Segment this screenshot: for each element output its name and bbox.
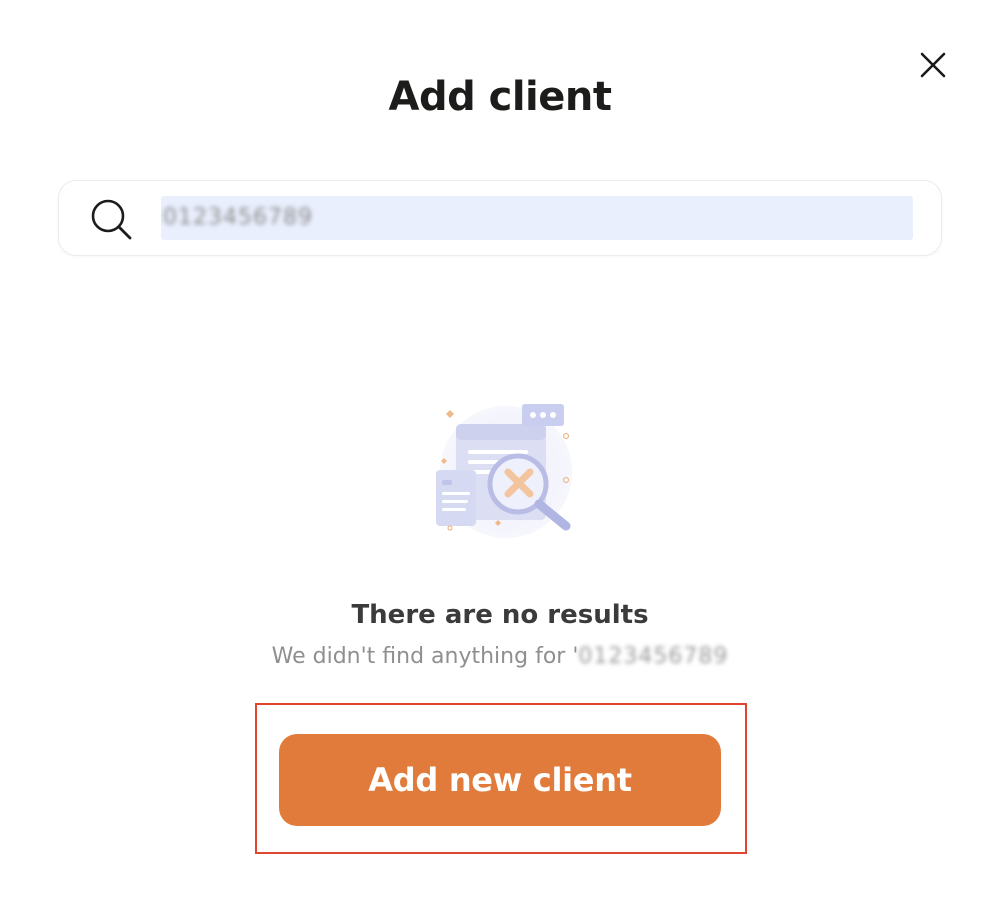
add-new-client-button[interactable]: Add new client [279, 734, 721, 826]
no-results-illustration-icon [436, 404, 572, 538]
search-icon [91, 199, 132, 240]
dialog-title: Add client [388, 74, 612, 120]
no-results-title: There are no results [351, 600, 649, 630]
no-results-subtitle: We didn't find anything for '0123456789 [0, 644, 1000, 669]
no-results-subtitle-prefix: We didn't find anything for ' [271, 644, 579, 669]
search-bar[interactable]: 0123456789 [58, 180, 942, 256]
add-client-dialog: Add client 0123456789 There are no resul… [0, 0, 1000, 908]
search-input[interactable] [161, 196, 913, 240]
no-results-query: 0123456789 [578, 644, 729, 669]
